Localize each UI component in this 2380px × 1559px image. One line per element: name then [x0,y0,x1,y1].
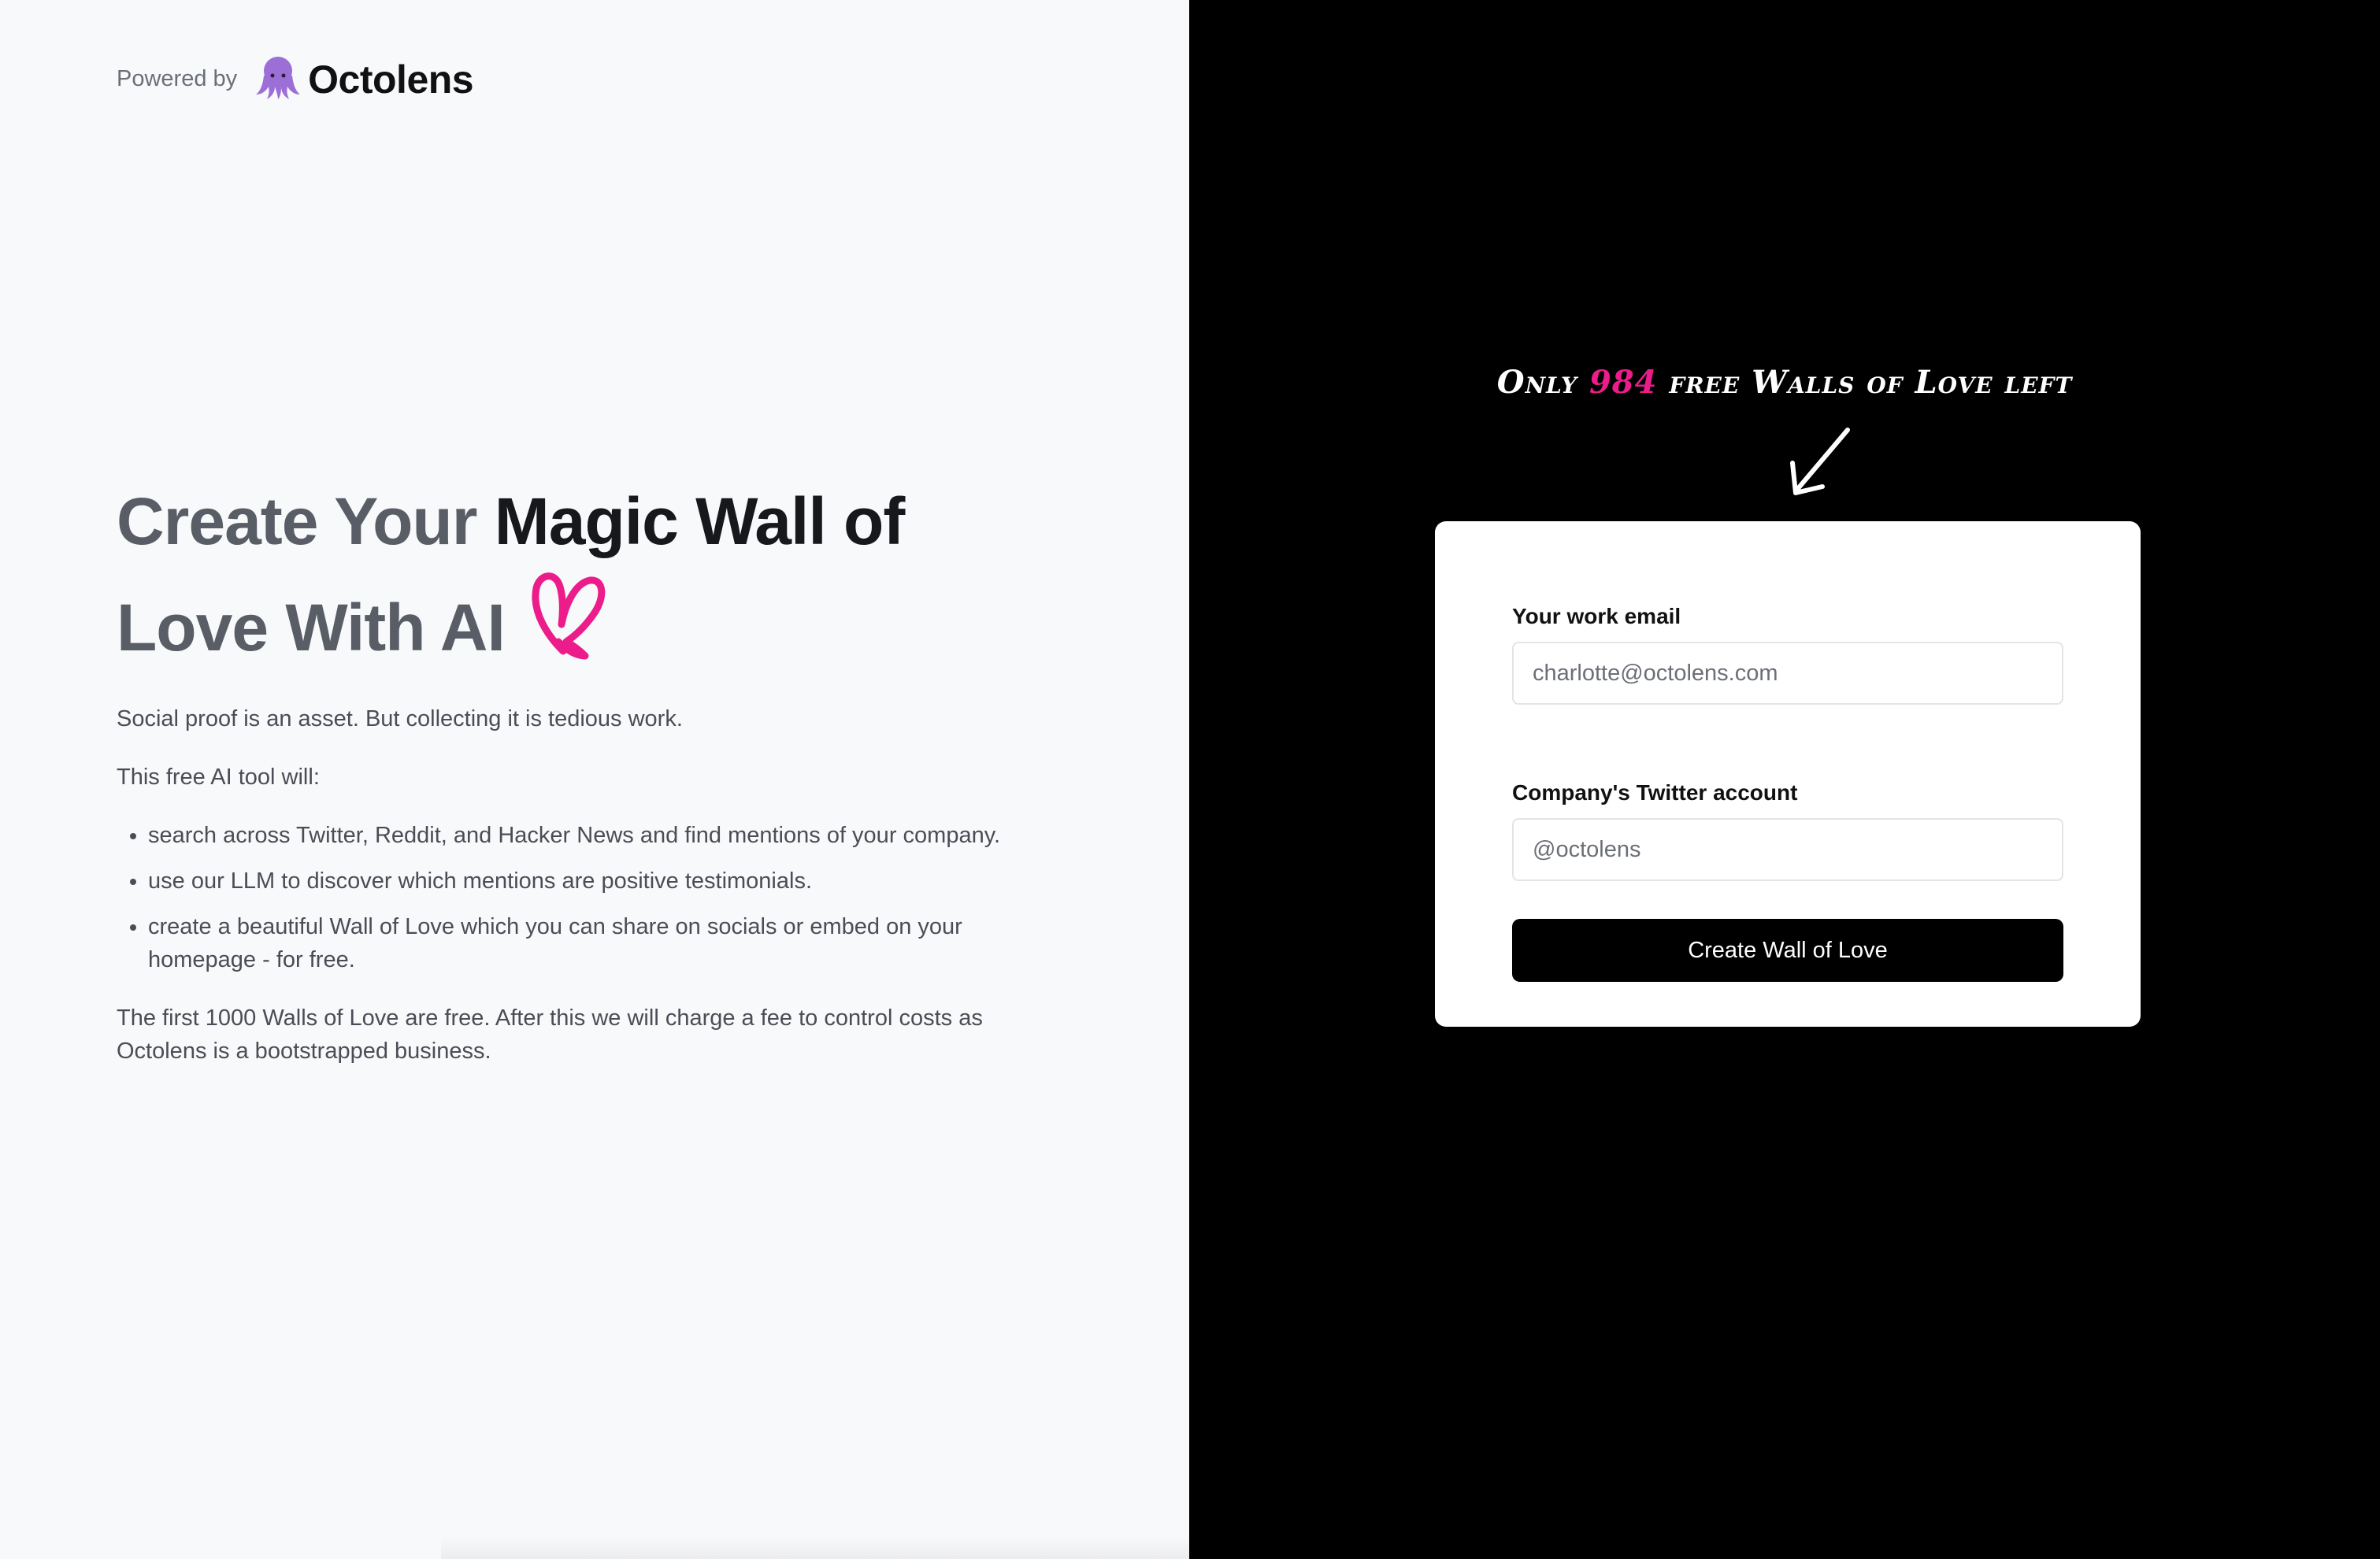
intro-text: Social proof is an asset. But collecting… [117,706,683,731]
list-item: create a beautiful Wall of Love which yo… [148,910,1062,976]
bottom-shadow [441,1535,1189,1559]
feature-list: search across Twitter, Reddit, and Hacke… [117,819,1062,976]
list-item: use our LLM to discover which mentions a… [148,865,1062,898]
promo-prefix: Only [1496,364,1589,401]
octopus-icon [253,52,303,106]
list-item: search across Twitter, Reddit, and Hacke… [148,819,1062,852]
description: Social proof is an asset. But collecting… [117,702,1062,1093]
right-panel: Only 984 free Walls of Love left Your wo… [1189,0,2380,1559]
headline-part2: Magic Wall of [494,484,906,558]
page-title: Create Your Magic Wall of Love With AI [117,472,1062,695]
email-label: Your work email [1512,604,1681,628]
signup-card: Your work email Company's Twitter accoun… [1435,521,2141,1027]
promo-suffix: free Walls of Love left [1657,364,2073,401]
logo-name: Octolens [308,57,474,102]
octolens-logo[interactable]: Octolens [253,52,474,106]
powered-by: Powered by Octolens [117,52,474,106]
twitter-field[interactable] [1512,818,2063,881]
headline-part1: Create Your [117,484,495,558]
headline-part3: Love With AI [117,591,506,665]
create-wall-button[interactable]: Create Wall of Love [1512,919,2063,982]
tool-intro-text: This free AI tool will: [117,765,320,790]
twitter-label: Company's Twitter account [1512,780,1798,805]
promo-count: 984 [1589,364,1658,401]
heart-icon [527,563,606,687]
arrow-down-left-icon [1786,424,1857,503]
promo-text: Only 984 free Walls of Love left [1189,364,2380,401]
left-panel: Powered by Octolens Create Your Magic Wa… [0,0,1189,1559]
powered-by-text: Powered by [117,66,238,91]
footnote-text: The first 1000 Walls of Love are free. A… [117,1005,983,1064]
email-field[interactable] [1512,642,2063,705]
